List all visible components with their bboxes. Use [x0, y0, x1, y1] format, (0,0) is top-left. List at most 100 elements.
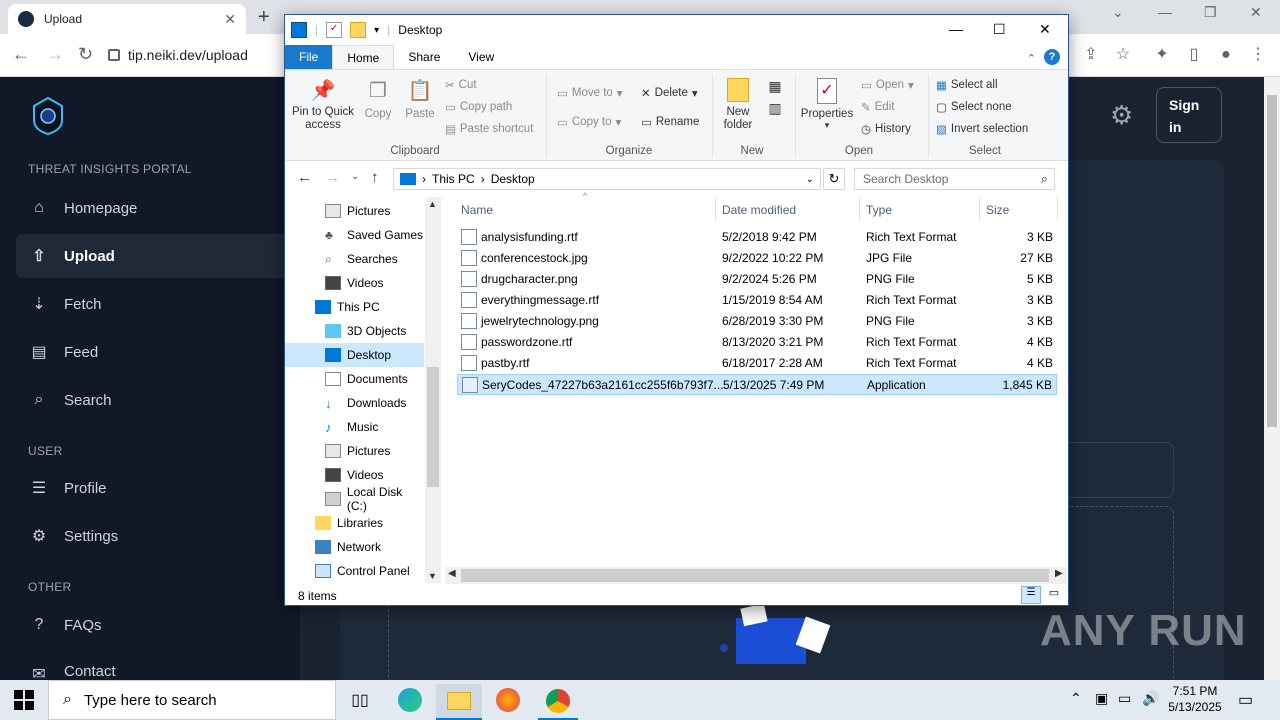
address-bar[interactable]: tip.neiki.dev/upload [108, 40, 288, 70]
tab-share[interactable]: Share [394, 45, 454, 69]
explorer-search-input[interactable]: Search Desktop ⌕ [854, 168, 1055, 190]
invert-selection-button[interactable]: ▧ Invert selection [936, 122, 1028, 136]
large-icons-view-icon[interactable]: ▭ [1045, 586, 1063, 604]
nav-item-searches[interactable]: ⌕ Searches [285, 247, 425, 271]
column-separator[interactable] [979, 197, 980, 221]
properties-quick-icon[interactable]: ✓ [326, 22, 343, 38]
nav-item-videos-2[interactable]: Videos [285, 463, 425, 487]
taskbar-clock[interactable]: 7:51 PM 5/13/2025 [1160, 683, 1230, 715]
upload-field[interactable] [1068, 442, 1174, 498]
notifications-icon[interactable]: ▭ [1238, 690, 1253, 710]
chrome-icon[interactable] [538, 684, 578, 720]
explorer-maximize-button[interactable]: ☐ [993, 21, 1006, 38]
select-none-button[interactable]: ▢ Select none [936, 100, 1012, 114]
sidebar-item-homepage[interactable]: ⌂ Homepage [16, 186, 286, 230]
forward-icon[interactable]: → [46, 44, 64, 65]
move-to-button[interactable]: ▭ Move to ▾ [557, 86, 623, 100]
back-nav-icon[interactable]: ← [297, 169, 312, 186]
nav-item-downloads[interactable]: ↓ Downloads [285, 391, 425, 415]
quick-access-dropdown-icon[interactable]: ▾ [374, 25, 379, 36]
scroll-left-icon[interactable]: ◀ [448, 568, 456, 579]
explorer-address-bar[interactable]: › This PC › Desktop ⌄ [393, 168, 821, 190]
file-list-hscrollbar-thumb[interactable] [461, 569, 1049, 582]
help-icon[interactable]: ? [1044, 49, 1060, 65]
new-folder-button[interactable]: New folder [719, 78, 757, 132]
column-separator[interactable] [859, 197, 860, 221]
paste-shortcut-button[interactable]: ▤ Paste shortcut [445, 122, 533, 136]
restore-button[interactable]: ❐ [1204, 4, 1217, 21]
sidebar-item-feed[interactable]: ▤ Feed [16, 330, 286, 374]
nav-item-control-panel[interactable]: Control Panel [285, 559, 425, 583]
chevron-down-icon[interactable]: ⌄ [1112, 4, 1124, 21]
forward-nav-icon[interactable]: → [325, 169, 340, 186]
details-view-icon[interactable]: ☰ [1021, 586, 1041, 604]
edit-button[interactable]: ✎ Edit [861, 100, 894, 114]
cut-button[interactable]: ✂ Cut [445, 78, 477, 92]
file-row[interactable]: analysisfunding.rtf 5/2/2018 9:42 PM Ric… [457, 227, 1057, 248]
profile-avatar-icon[interactable]: ● [1217, 46, 1235, 64]
back-icon[interactable]: ← [12, 44, 30, 65]
scroll-down-icon[interactable]: ▼ [428, 571, 437, 581]
task-view-icon[interactable]: ▯▯ [340, 684, 380, 716]
sidebar-item-upload[interactable]: ⇧ Upload [16, 234, 286, 278]
network-tray-icon[interactable]: ▣ [1095, 690, 1108, 707]
collapse-ribbon-icon[interactable]: ⌃ [1027, 52, 1044, 69]
nav-item-network[interactable]: Network [285, 535, 425, 559]
pin-quick-access-button[interactable]: 📌 Pin to Quick access [291, 78, 355, 132]
recent-locations-icon[interactable]: ⌄ [351, 171, 359, 182]
address-dropdown-icon[interactable]: ⌄ [806, 174, 814, 185]
taskbar-search[interactable]: ⌕ Type here to search [48, 680, 336, 720]
nav-item-this-pc[interactable]: This PC [285, 295, 425, 319]
sidebar-item-profile[interactable]: ☰ Profile [16, 466, 286, 510]
column-separator[interactable] [1057, 197, 1058, 221]
column-name[interactable]: Name [461, 203, 493, 217]
sidebar-item-settings[interactable]: ⚙ Settings [16, 514, 286, 558]
breadcrumb-this-pc[interactable]: This PC [432, 172, 475, 186]
share-icon[interactable]: ⇪ [1082, 46, 1100, 64]
firefox-icon[interactable] [488, 684, 528, 716]
tab-view[interactable]: View [454, 45, 508, 69]
extensions-icon[interactable]: ✦ [1153, 46, 1171, 64]
tab-home[interactable]: Home [332, 45, 395, 69]
select-all-button[interactable]: ▦ Select all [936, 78, 998, 92]
show-hidden-icons-icon[interactable]: ⌃ [1070, 690, 1082, 707]
file-row-selected[interactable]: SeryCodes_47227b63a2161cc255f6b793f7... … [457, 374, 1057, 395]
nav-pane-scrollbar-thumb[interactable] [427, 367, 439, 487]
delete-button[interactable]: ✕ Delete ▾ [641, 86, 698, 100]
column-type[interactable]: Type [866, 203, 892, 217]
minimize-button[interactable]: — [1158, 4, 1172, 20]
rename-button[interactable]: ▭ Rename [641, 115, 699, 129]
reload-icon[interactable]: ↻ [78, 44, 93, 65]
volume-icon[interactable]: 🔊 [1142, 690, 1159, 707]
refresh-icon[interactable]: ↻ [823, 168, 845, 190]
sidebar-item-fetch[interactable]: ⇣ Fetch [16, 282, 286, 326]
sign-in-button[interactable]: Sign in [1156, 87, 1222, 143]
copy-button[interactable]: ❐ Copy [361, 78, 395, 120]
column-separator[interactable] [715, 197, 716, 221]
browser-tab[interactable]: Upload ✕ [8, 4, 246, 34]
close-tab-icon[interactable]: ✕ [224, 11, 236, 28]
file-row[interactable]: pastby.rtf 6/18/2017 2:28 AM Rich Text F… [457, 353, 1057, 374]
up-icon[interactable]: ↑ [371, 169, 379, 186]
nav-item-pictures-2[interactable]: Pictures [285, 439, 425, 463]
file-row[interactable]: jewelrytechnology.png 6/28/2019 3:30 PM … [457, 311, 1057, 332]
nav-item-pictures[interactable]: Pictures [285, 199, 425, 223]
file-row[interactable]: everythingmessage.rtf 1/15/2019 8:54 AM … [457, 290, 1057, 311]
scroll-up-icon[interactable]: ▲ [428, 199, 437, 209]
new-tab-button[interactable]: + [258, 6, 270, 29]
star-icon[interactable]: ☆ [1114, 46, 1132, 64]
column-date-modified[interactable]: Date modified [722, 203, 796, 217]
nav-item-videos[interactable]: Videos [285, 271, 425, 295]
nav-item-libraries[interactable]: Libraries [285, 511, 425, 535]
tab-file[interactable]: File [285, 45, 333, 69]
sidebar-item-faqs[interactable]: ? FAQs [16, 603, 286, 647]
sidebar-item-search[interactable]: ⌕ Search [16, 378, 286, 422]
windows-start-icon[interactable] [14, 690, 34, 710]
paste-button[interactable]: 📋 Paste [403, 78, 437, 120]
file-row[interactable]: drugcharacter.png 9/2/2024 5:26 PM PNG F… [457, 269, 1057, 290]
menu-icon[interactable]: ⋮ [1249, 46, 1267, 64]
copy-path-button[interactable]: ▭ Copy path [445, 100, 512, 114]
nav-item-3d-objects[interactable]: 3D Objects [285, 319, 425, 343]
explorer-minimize-button[interactable]: — [949, 21, 963, 37]
side-panel-icon[interactable]: ▯ [1185, 46, 1203, 64]
